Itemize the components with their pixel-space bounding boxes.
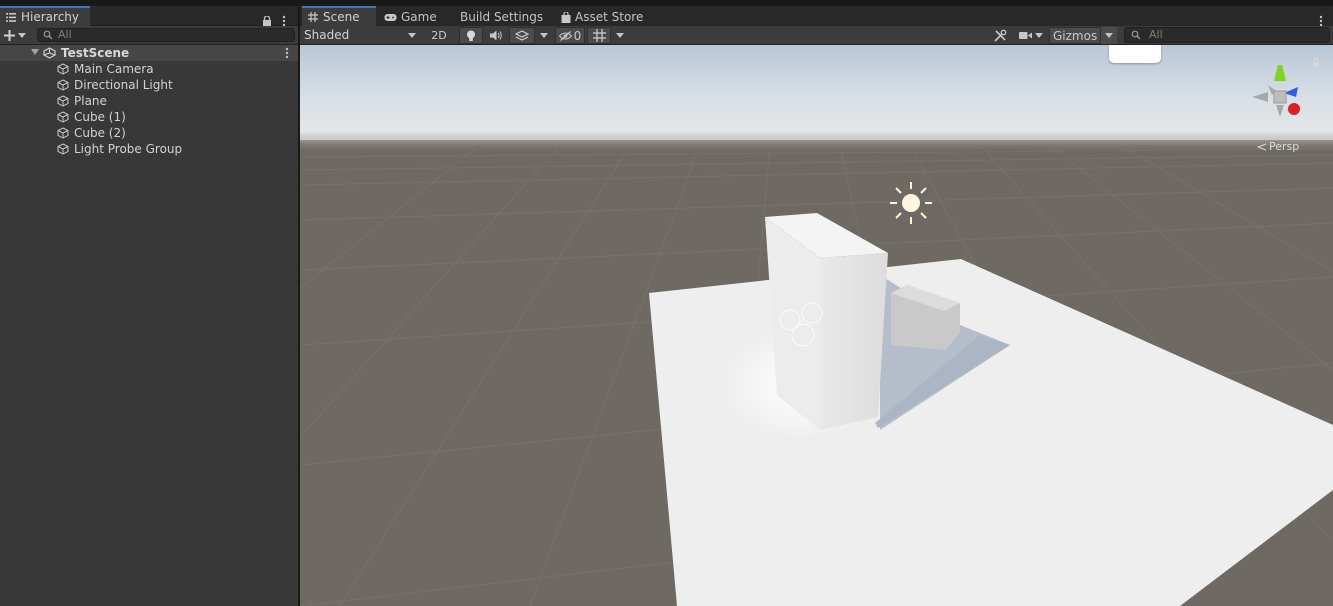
tab-scene[interactable]: Scene <box>302 6 376 26</box>
cube-icon <box>57 79 69 91</box>
tab-asset-store[interactable]: Asset Store <box>561 8 643 26</box>
search-icon <box>1131 30 1141 40</box>
hierarchy-search-input[interactable]: All <box>37 28 295 42</box>
2d-toggle-label: 2D <box>431 29 447 42</box>
tab-build-settings-label: Build Settings <box>460 10 544 24</box>
scene-search-input[interactable]: All <box>1124 27 1330 43</box>
tab-scene-label: Scene <box>323 9 360 24</box>
grid-icon <box>308 12 318 22</box>
grid-snap-icon <box>592 29 606 42</box>
hierarchy-item[interactable]: Main Camera <box>0 61 298 77</box>
scene-tab-bar: Scene Game Build Settings Asset Store <box>300 6 1333 27</box>
eye-slash-icon <box>558 30 572 41</box>
tab-build-settings[interactable]: Build Settings <box>460 8 543 26</box>
chevron-down-icon <box>616 33 624 38</box>
hierarchy-item-label: Cube (1) <box>74 110 126 124</box>
cube-icon <box>57 143 69 155</box>
plus-icon <box>4 30 15 41</box>
tab-game[interactable]: Game <box>384 8 437 26</box>
lighting-toggle-button[interactable] <box>459 27 483 44</box>
hierarchy-item-label: Main Camera <box>74 62 154 76</box>
perspective-icon <box>1257 143 1267 150</box>
gizmo-x-axis[interactable] <box>1288 103 1300 115</box>
chevron-down-icon <box>18 33 26 38</box>
hierarchy-item-label: Light Probe Group <box>74 142 183 156</box>
cube-icon <box>57 95 69 107</box>
hierarchy-item[interactable]: Directional Light <box>0 77 298 93</box>
search-icon <box>43 30 53 40</box>
scene-render <box>300 45 1333 606</box>
hierarchy-item[interactable]: Plane <box>0 93 298 109</box>
unity-icon <box>43 47 56 59</box>
cube-icon <box>57 111 69 123</box>
tools-button[interactable] <box>988 27 1012 44</box>
audio-toggle-button[interactable] <box>485 27 507 44</box>
scene-menu-icon[interactable] <box>284 47 290 59</box>
hierarchy-item-label: Cube (2) <box>74 126 126 140</box>
lightbulb-icon <box>467 30 475 41</box>
hierarchy-tab-bar: Hierarchy <box>0 6 298 27</box>
chevron-down-icon <box>1105 33 1113 38</box>
tab-hierarchy-label: Hierarchy <box>21 9 80 24</box>
scene-search-placeholder: All <box>1149 28 1163 41</box>
grid-toggle-button[interactable] <box>587 27 611 44</box>
projection-toggle[interactable]: Persp <box>1257 140 1299 153</box>
gizmos-button[interactable]: Gizmos <box>1049 27 1101 44</box>
camera-settings-button[interactable] <box>1016 27 1046 44</box>
2d-toggle-button[interactable]: 2D <box>426 27 452 44</box>
cube-1-front-face <box>820 253 888 430</box>
hidden-count: 0 <box>573 28 582 43</box>
lock-icon[interactable] <box>262 16 272 26</box>
layers-effects-icon <box>515 29 529 41</box>
hierarchy-panel: Hierarchy All TestScene Main Camera Dire… <box>0 0 298 606</box>
chevron-down-icon <box>1035 33 1043 38</box>
tab-game-label: Game <box>401 10 437 24</box>
hidden-objects-toggle-button[interactable]: 0 <box>555 27 585 44</box>
gamepad-icon <box>384 13 397 21</box>
effects-dropdown[interactable] <box>536 27 552 44</box>
hierarchy-toolbar: All <box>0 26 298 45</box>
effects-toggle-button[interactable] <box>509 27 535 44</box>
create-button[interactable] <box>2 28 30 43</box>
tools-icon <box>993 29 1006 42</box>
draw-mode-dropdown[interactable]: Shaded <box>304 27 420 44</box>
cube-icon <box>57 63 69 75</box>
chevron-down-icon <box>408 33 416 38</box>
projection-label: Persp <box>1269 140 1300 153</box>
hierarchy-item[interactable]: Cube (2) <box>0 125 298 141</box>
bag-icon <box>561 11 571 23</box>
sun-icon[interactable] <box>890 182 932 224</box>
gizmos-dropdown[interactable] <box>1101 27 1117 44</box>
draw-mode-label: Shaded <box>304 28 350 42</box>
chevron-down-icon <box>540 33 548 38</box>
tab-hierarchy[interactable]: Hierarchy <box>0 6 90 26</box>
sky <box>300 45 1333 145</box>
scene-toolbar: Shaded 2D 0 Gizmos All <box>300 26 1333 45</box>
tab-asset-store-label: Asset Store <box>575 10 644 24</box>
gizmos-label: Gizmos <box>1053 28 1098 43</box>
speaker-icon <box>489 30 502 41</box>
hierarchy-item-label: Directional Light <box>74 78 173 92</box>
scene-row[interactable]: TestScene <box>0 45 298 61</box>
foldout-arrow-icon[interactable] <box>31 49 39 55</box>
hierarchy-tree: TestScene Main Camera Directional Light … <box>0 45 298 606</box>
camera-icon <box>1019 32 1032 39</box>
gizmos-popup-tip <box>1109 45 1161 63</box>
scene-view-panel: Scene Game Build Settings Asset Store Sh… <box>300 0 1333 606</box>
scene-viewport[interactable] <box>300 45 1333 606</box>
cube-icon <box>57 127 69 139</box>
hierarchy-item[interactable]: Light Probe Group <box>0 141 298 157</box>
grid-dropdown[interactable] <box>612 27 628 44</box>
hierarchy-search-placeholder: All <box>58 28 72 41</box>
hierarchy-item[interactable]: Cube (1) <box>0 109 298 125</box>
gizmo-center[interactable] <box>1273 90 1287 104</box>
list-icon <box>6 12 16 22</box>
hierarchy-item-label: Plane <box>74 94 107 108</box>
scene-label: TestScene <box>61 46 130 60</box>
